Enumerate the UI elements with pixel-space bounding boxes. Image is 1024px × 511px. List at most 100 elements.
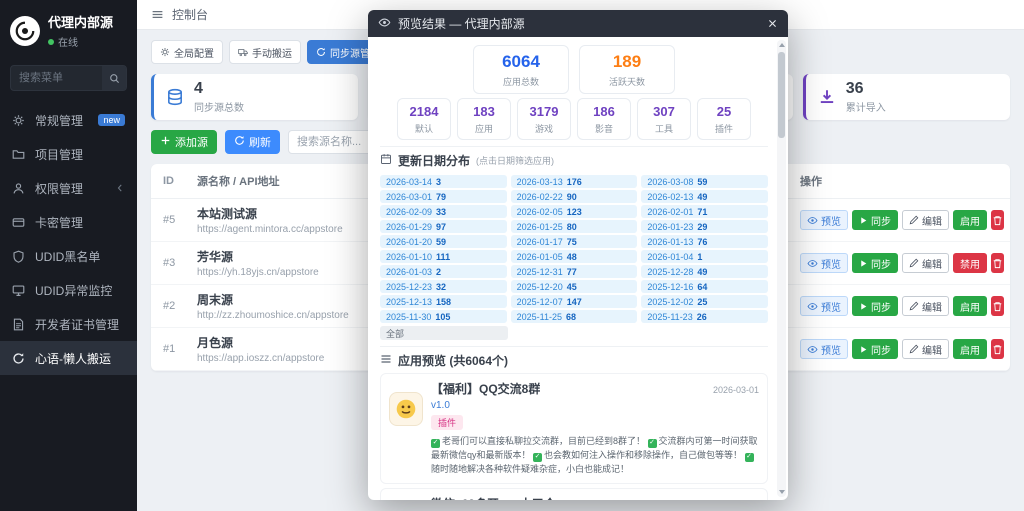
date-filter-button[interactable]: 2026-03-14 3: [380, 175, 507, 188]
toggle-button[interactable]: 启用: [953, 339, 987, 359]
date-filter-button[interactable]: 2026-02-22 90: [510, 190, 638, 203]
modal-scrollbar[interactable]: [777, 40, 786, 497]
sync-icon: [12, 352, 26, 365]
date-label: 2026-01-10: [386, 251, 433, 262]
date-label: 2026-01-23: [647, 221, 694, 232]
sidebar-item-label: UDID异常监控: [35, 283, 113, 298]
date-filter-button[interactable]: 2026-02-01 71: [641, 205, 768, 218]
scroll-up-arrow[interactable]: [777, 40, 786, 50]
edit-button[interactable]: 编辑: [902, 210, 949, 230]
date-filter-button[interactable]: 2026-01-10 111: [380, 250, 507, 263]
sync-button[interactable]: 同步: [852, 253, 898, 273]
monitor-icon: [12, 284, 26, 297]
brand: 代理内部源 在线: [0, 0, 137, 59]
edit-button[interactable]: 编辑: [902, 296, 949, 316]
date-filter-button[interactable]: 2026-01-03 2: [380, 265, 507, 278]
card-value: 36: [845, 80, 864, 98]
date-filter-grid: 2026-03-14 3 2026-03-13 176 2026-03-08 59 2026…: [380, 175, 768, 323]
app-name: 【福利】QQ交流8群: [431, 382, 541, 396]
date-label: 2026-01-05: [516, 251, 563, 262]
date-filter-button[interactable]: 2026-03-13 176: [510, 175, 638, 188]
sidebar-item[interactable]: 项目管理: [0, 137, 137, 171]
preview-button[interactable]: 预览: [800, 296, 848, 316]
sidebar-item[interactable]: 常规管理 new: [0, 103, 137, 137]
date-label: 2025-12-20: [516, 281, 563, 292]
sidebar-item[interactable]: 权限管理: [0, 171, 137, 205]
sync-button[interactable]: 同步: [852, 339, 898, 359]
date-filter-button[interactable]: 2026-01-05 48: [510, 250, 638, 263]
date-count: 45: [566, 281, 577, 292]
scrollbar-thumb[interactable]: [778, 52, 785, 138]
date-filter-button[interactable]: 2025-12-16 64: [641, 280, 768, 293]
date-filter-button[interactable]: 2026-03-01 79: [380, 190, 507, 203]
scroll-down-arrow[interactable]: [777, 487, 786, 497]
date-filter-button[interactable]: 2026-01-25 80: [510, 220, 638, 233]
menu-icon[interactable]: [151, 8, 164, 21]
date-count: 1: [697, 251, 703, 262]
toggle-button[interactable]: 启用: [953, 296, 987, 316]
date-filter-button[interactable]: 2025-12-13 158: [380, 295, 507, 308]
date-filter-button[interactable]: 2026-01-20 59: [380, 235, 507, 248]
date-count: 49: [697, 266, 708, 277]
delete-button[interactable]: [991, 253, 1004, 273]
play-icon: [859, 345, 868, 354]
date-count: 77: [566, 266, 577, 277]
date-filter-button[interactable]: 2025-11-30 105: [380, 310, 507, 323]
sidebar-item[interactable]: 开发者证书管理: [0, 307, 137, 341]
date-filter-button[interactable]: 2025-12-23 32: [380, 280, 507, 293]
date-filter-button[interactable]: 2025-12-02 25: [641, 295, 768, 308]
sync-button[interactable]: 同步: [852, 210, 898, 230]
sync-button[interactable]: 同步: [852, 296, 898, 316]
date-filter-button[interactable]: 2026-01-23 29: [641, 220, 768, 233]
date-filter-button[interactable]: 2026-02-05 123: [510, 205, 638, 218]
date-label: 2026-01-03: [386, 266, 433, 277]
date-filter-button[interactable]: 2025-11-25 68: [510, 310, 638, 323]
sidebar-item[interactable]: 卡密管理: [0, 205, 137, 239]
toggle-button[interactable]: 禁用: [953, 253, 987, 273]
date-filter-button[interactable]: 2025-12-31 77: [510, 265, 638, 278]
refresh-button[interactable]: 刷新: [225, 130, 280, 154]
stat-label: 活跃天数: [608, 77, 645, 87]
date-filter-button[interactable]: 2026-01-13 76: [641, 235, 768, 248]
tab[interactable]: 全局配置: [151, 40, 223, 64]
date-filter-button[interactable]: 2026-02-09 33: [380, 205, 507, 218]
delete-button[interactable]: [991, 339, 1004, 359]
date-count: 49: [697, 191, 708, 202]
search-icon[interactable]: [102, 66, 126, 90]
edit-button[interactable]: 编辑: [902, 253, 949, 273]
user-icon: [12, 182, 26, 195]
add-source-button[interactable]: 添加源: [151, 130, 217, 154]
date-filter-button[interactable]: 2025-12-07 147: [510, 295, 638, 308]
date-filter-button[interactable]: 2026-03-08 59: [641, 175, 768, 188]
toggle-button[interactable]: 启用: [953, 210, 987, 230]
delete-button[interactable]: [991, 296, 1004, 316]
modal-title: 预览结果 — 代理内部源: [398, 17, 525, 31]
date-label: 2026-02-22: [516, 191, 563, 202]
tab[interactable]: 手动搬运: [229, 40, 301, 64]
delete-button[interactable]: [991, 210, 1004, 230]
stat-label: 插件: [714, 124, 733, 134]
row-id: #1: [163, 343, 176, 355]
edit-button[interactable]: 编辑: [902, 339, 949, 359]
eye-icon: [378, 16, 391, 32]
date-count: 90: [566, 191, 577, 202]
sidebar-item[interactable]: UDID黑名单: [0, 239, 137, 273]
preview-button[interactable]: 预览: [800, 339, 848, 359]
date-label: 2026-03-14: [386, 176, 433, 187]
close-icon[interactable]: [767, 18, 778, 29]
preview-button[interactable]: 预览: [800, 253, 848, 273]
date-filter-button[interactable]: 2026-01-17 75: [510, 235, 638, 248]
all-dates-button[interactable]: 全部: [380, 326, 508, 340]
sidebar-item[interactable]: 心语-懒人搬运: [0, 341, 137, 375]
date-filter-button[interactable]: 2026-01-29 97: [380, 220, 507, 233]
date-count: 3: [436, 176, 442, 187]
date-filter-button[interactable]: 2025-12-28 49: [641, 265, 768, 278]
date-filter-button[interactable]: 2026-01-04 1: [641, 250, 768, 263]
preview-button[interactable]: 预览: [800, 210, 848, 230]
date-filter-button[interactable]: 2025-11-23 26: [641, 310, 768, 323]
date-filter-button[interactable]: 2025-12-20 45: [510, 280, 638, 293]
sidebar-item[interactable]: UDID异常监控: [0, 273, 137, 307]
play-icon: [859, 302, 868, 311]
date-filter-button[interactable]: 2026-02-13 49: [641, 190, 768, 203]
sidebar-item-label: 心语-懒人搬运: [35, 351, 111, 366]
